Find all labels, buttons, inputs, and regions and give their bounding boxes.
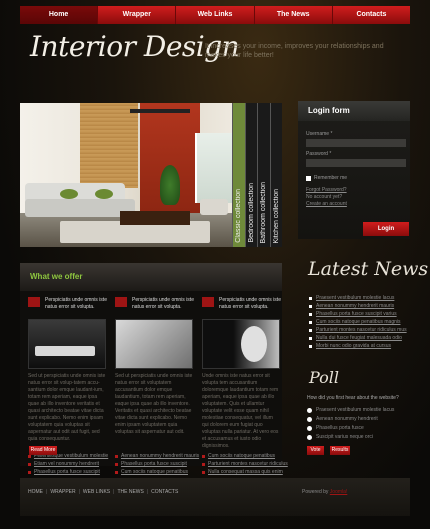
news-item[interactable]: Nulla dui fusce feugiat malesuada odio xyxy=(316,335,402,341)
nav-wrapper[interactable]: Wrapper xyxy=(98,6,177,24)
remember-checkbox[interactable] xyxy=(306,175,311,181)
news-item[interactable]: Aenean nonummy hendrerit mauris xyxy=(316,303,394,309)
news-item[interactable]: Praesent vestibulum molestie lacus xyxy=(316,295,394,301)
read-more-button[interactable]: Read More xyxy=(29,446,57,455)
poll-radio[interactable] xyxy=(307,425,312,431)
create-account-link[interactable]: Create an account xyxy=(306,201,347,207)
offer-link[interactable]: Aenean nonummy hendrerit mauris xyxy=(121,453,199,459)
remember-me[interactable]: Remember me xyxy=(306,175,347,181)
login-title: Login form xyxy=(298,101,410,121)
login-form: Login form Username * Password * Remembe… xyxy=(298,101,410,239)
offer-image xyxy=(115,319,193,369)
site-tagline: It increases your income, improves your … xyxy=(205,43,384,59)
page: Home Wrapper Web Links The News Contacts… xyxy=(0,0,430,529)
offer-heading: Perspiciatis unde omnis iste natus error… xyxy=(132,297,194,310)
offer-icon xyxy=(202,297,214,307)
nav-web-links[interactable]: Web Links xyxy=(176,6,255,24)
footer-nav: HOME | WRAPPER | WEB LINKS | THE NEWS | CONT… xyxy=(28,489,179,495)
offer-text: Unde omnis iste natus error sit volupta … xyxy=(202,373,279,449)
offer-icon xyxy=(115,297,127,307)
password-input[interactable] xyxy=(306,159,406,167)
footer-link-web-links[interactable]: WEB LINKS xyxy=(83,489,110,495)
password-label: Password * xyxy=(306,151,332,157)
offer-heading: Perspiciatis unde omnis iste natus error… xyxy=(45,297,107,310)
offer-link[interactable]: Etiam vel nonummy hendrerit xyxy=(34,461,99,467)
news-item[interactable]: Cum sociis natoque penatibus magnis xyxy=(316,319,401,325)
collection-tab-bedroom[interactable]: Bedroom collection xyxy=(244,103,257,247)
footer: HOME | WRAPPER | WEB LINKS | THE NEWS | CONT… xyxy=(20,478,410,516)
footer-link-home[interactable]: HOME xyxy=(28,489,43,495)
offer-link[interactable]: Cum sociis natoque penatibus xyxy=(208,453,275,459)
results-button[interactable]: Results xyxy=(330,446,350,455)
offer-heading: Perspiciatis unde omnis iste natus error… xyxy=(219,297,281,310)
offer-title: What we offer xyxy=(20,263,282,291)
poll-option[interactable]: Praesent vestibulum molestie lacus xyxy=(307,407,394,413)
footer-link-the-news[interactable]: THE NEWS xyxy=(117,489,143,495)
offer-text: Sed ut perspiciatis unde omnis iste natu… xyxy=(115,373,193,435)
poll-radio[interactable] xyxy=(307,434,312,440)
footer-link-contacts[interactable]: CONTACTS xyxy=(151,489,178,495)
username-input[interactable] xyxy=(306,139,406,147)
footer-link-wrapper[interactable]: WRAPPER xyxy=(50,489,75,495)
no-account-text: No account yet? xyxy=(306,194,343,200)
news-item[interactable]: Morbi nunc odio gravida at cursus xyxy=(316,343,391,349)
poll-option[interactable]: Phasellus porta fusce xyxy=(307,425,364,431)
vote-button[interactable]: Vote xyxy=(307,446,324,455)
poll-option[interactable]: Aenean nonummy hendrerit xyxy=(307,416,378,422)
latest-news-title: Latest News xyxy=(308,258,429,280)
collection-tabs: Classic collection Bedroom collection Ba… xyxy=(232,103,282,247)
poll-title: Poll xyxy=(309,368,339,387)
offer-link[interactable]: Nulla consequat massa quis enim xyxy=(208,469,283,475)
news-item[interactable]: Phasellus porta fusce suscipit varius xyxy=(316,311,397,317)
offer-text: Sed ut perspiciatis unde omnis iste natu… xyxy=(28,373,106,442)
offer-link[interactable]: Phasellus porta fusce suscipit xyxy=(34,469,100,475)
poll-option[interactable]: Suscipit varius neque orci xyxy=(307,434,373,440)
offer-icon xyxy=(28,297,40,307)
what-we-offer-section: What we offer Perspiciatis unde omnis is… xyxy=(20,263,288,475)
collection-tab-bathroom[interactable]: Bathroom collection xyxy=(257,103,270,247)
joomla-link[interactable]: Joomla! xyxy=(330,489,348,495)
offer-link[interactable]: Cum sociis natoque penatibus xyxy=(121,469,188,475)
poll-radio[interactable] xyxy=(307,407,312,413)
top-nav: Home Wrapper Web Links The News Contacts xyxy=(20,6,410,24)
collection-tab-kitchen[interactable]: Kitchen collection xyxy=(269,103,282,247)
forgot-password-link[interactable]: Forgot Password? xyxy=(306,187,347,193)
room-photo xyxy=(20,103,234,247)
collection-tab-classic[interactable]: Classic collection xyxy=(232,103,245,247)
offer-image xyxy=(202,319,280,369)
poll-question: How did you first hear about the website… xyxy=(307,395,399,401)
powered-by: Powered by Joomla! xyxy=(302,489,348,495)
nav-the-news[interactable]: The News xyxy=(255,6,333,24)
news-item[interactable]: Parturient montes nascetur ridiculus mus xyxy=(316,327,407,333)
offer-link[interactable]: Parturient montes nascetur ridiculus xyxy=(208,461,288,467)
hero-image: Classic collection Bedroom collection Ba… xyxy=(20,103,282,247)
nav-home[interactable]: Home xyxy=(20,6,99,24)
poll-radio[interactable] xyxy=(307,416,312,422)
username-label: Username * xyxy=(306,131,333,137)
login-button[interactable]: Login xyxy=(363,222,409,236)
offer-link[interactable]: Phasellus porta fusce suscipit xyxy=(121,461,187,467)
nav-contacts[interactable]: Contacts xyxy=(333,6,410,24)
offer-image xyxy=(28,319,106,369)
